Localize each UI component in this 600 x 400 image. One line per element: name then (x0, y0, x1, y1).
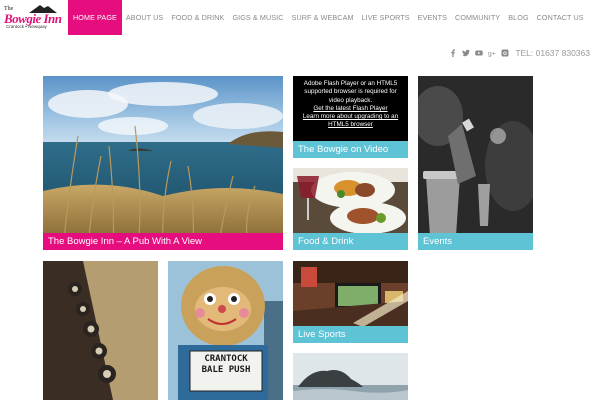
tile-music-amp[interactable] (43, 261, 158, 400)
tile-caption: The Bowgie on Video (293, 141, 408, 158)
main-nav: HOME PAGE ABOUT US FOOD & DRINK GIGS & M… (68, 0, 588, 35)
nav-community[interactable]: COMMUNITY (451, 0, 504, 35)
site-logo[interactable]: The Bowgie Inn Crantock • Newquay (2, 3, 62, 31)
nav-live-sports[interactable]: LIVE SPORTS (358, 0, 414, 35)
html5-upgrade-link[interactable]: Learn more about upgrading to an HTML5 b… (297, 113, 404, 130)
logo-subtitle: Crantock • Newquay (6, 24, 47, 29)
nav-blog[interactable]: BLOG (504, 0, 532, 35)
svg-text:g+: g+ (488, 50, 496, 57)
nav-contact[interactable]: CONTACT US (533, 0, 588, 35)
tile-surf-webcam[interactable] (293, 353, 408, 400)
youtube-icon[interactable] (475, 49, 484, 57)
bale-sign-text: CRANTOCK BALE PUSH (201, 354, 251, 375)
nav-food-drink[interactable]: FOOD & DRINK (167, 0, 228, 35)
nav-about[interactable]: ABOUT US (122, 0, 167, 35)
amplifier-image (43, 261, 158, 400)
twitter-icon[interactable] (462, 49, 471, 57)
tile-caption: Events (418, 233, 533, 250)
tile-events[interactable]: Events (418, 76, 533, 250)
flash-text: Adobe Flash Player or an HTML5 supported… (303, 80, 398, 104)
champagne-image (418, 76, 533, 250)
tile-caption: Food & Drink (293, 233, 408, 250)
social-bar: g+ TEL: 01637 830363 (449, 47, 590, 59)
nav-home[interactable]: HOME PAGE (68, 0, 122, 35)
tile-caption: Live Sports (293, 326, 408, 343)
tile-caption: The Bowgie Inn – A Pub With A View (43, 233, 283, 250)
facebook-icon[interactable] (449, 49, 457, 57)
sea-rock-image (293, 353, 408, 400)
nav-surf-webcam[interactable]: SURF & WEBCAM (288, 0, 358, 35)
tile-bowgie-on-video[interactable]: Adobe Flash Player or an HTML5 supported… (293, 76, 408, 158)
nav-gigs-music[interactable]: GIGS & MUSIC (228, 0, 287, 35)
tile-live-sports[interactable]: Live Sports (293, 261, 408, 343)
flash-player-message: Adobe Flash Player or an HTML5 supported… (297, 80, 404, 130)
instagram-icon[interactable] (501, 49, 509, 57)
nav-events[interactable]: EVENTS (414, 0, 451, 35)
tile-pub-with-a-view[interactable]: The Bowgie Inn – A Pub With A View (43, 76, 283, 250)
bale-push-image (168, 261, 283, 400)
get-flash-link[interactable]: Get the latest Flash Player (297, 105, 404, 113)
tile-food-drink[interactable]: Food & Drink (293, 168, 408, 250)
coastal-view-image (43, 76, 283, 250)
tile-bale-push[interactable]: CRANTOCK BALE PUSH (168, 261, 283, 400)
google-plus-icon[interactable]: g+ (488, 49, 496, 57)
telephone-number[interactable]: TEL: 01637 830363 (515, 48, 590, 58)
